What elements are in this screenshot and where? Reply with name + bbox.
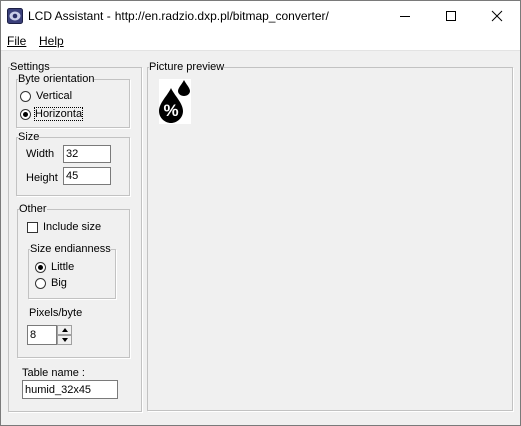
arrow-down-icon: [62, 338, 68, 342]
menu-bar: File Help: [1, 31, 520, 51]
pixels-per-byte-spinner[interactable]: [57, 325, 72, 345]
big-radio[interactable]: [35, 278, 46, 289]
big-label[interactable]: Big: [51, 277, 67, 289]
height-label: Height: [26, 172, 58, 184]
app-icon: [7, 8, 23, 24]
size-group: Size: [16, 131, 130, 196]
little-label[interactable]: Little: [51, 261, 74, 273]
maximize-button[interactable]: [428, 1, 474, 31]
close-icon: [491, 10, 503, 22]
title-url: http://en.radzio.dxp.pl/bitmap_converter…: [114, 9, 329, 23]
close-button[interactable]: [474, 1, 520, 31]
humidity-drops-icon: %: [159, 79, 191, 124]
little-radio[interactable]: [35, 262, 46, 273]
window-title: LCD Assistant - http://en.radzio.dxp.pl/b…: [28, 9, 329, 23]
percent-symbol: %: [163, 101, 178, 120]
table-name-label: Table name :: [22, 367, 85, 379]
radio-selected-dot: [38, 265, 43, 270]
menu-help-label: Help: [39, 34, 64, 48]
title-bar[interactable]: LCD Assistant - http://en.radzio.dxp.pl/b…: [1, 1, 520, 31]
menu-file-label: File: [7, 34, 27, 48]
minimize-icon: [400, 16, 410, 17]
settings-title: Settings: [10, 61, 50, 73]
arrow-up-icon: [62, 328, 68, 332]
vertical-radio[interactable]: [20, 91, 31, 102]
spin-down-button[interactable]: [57, 335, 72, 345]
picture-preview-group: Picture preview: [147, 61, 513, 411]
menu-file[interactable]: File: [7, 34, 26, 48]
size-endianness-title: Size endianness: [30, 243, 111, 255]
include-size-label[interactable]: Include size: [43, 221, 101, 233]
include-size-checkbox[interactable]: [27, 222, 38, 233]
width-label: Width: [26, 148, 55, 160]
other-title: Other: [19, 203, 47, 215]
vertical-label[interactable]: Vertical: [36, 90, 72, 102]
pixels-per-byte-input[interactable]: [27, 325, 57, 345]
spin-up-button[interactable]: [57, 325, 72, 335]
app-window: LCD Assistant - http://en.radzio.dxp.pl/b…: [0, 0, 521, 426]
table-name-input[interactable]: [22, 380, 118, 399]
menu-help[interactable]: Help: [39, 34, 64, 48]
maximize-icon: [446, 11, 456, 21]
size-title: Size: [18, 131, 40, 143]
radio-selected-dot: [23, 112, 28, 117]
app-title: LCD Assistant -: [28, 9, 111, 23]
horizontal-label[interactable]: Horizonta: [33, 107, 84, 121]
width-input[interactable]: [63, 145, 111, 163]
minimize-button[interactable]: [382, 1, 428, 31]
picture-preview-title: Picture preview: [149, 61, 225, 73]
horizontal-radio[interactable]: [20, 109, 31, 120]
byte-orientation-title: Byte orientation: [18, 73, 95, 85]
height-input[interactable]: [63, 167, 111, 185]
pixels-per-byte-label: Pixels/byte: [29, 307, 83, 319]
